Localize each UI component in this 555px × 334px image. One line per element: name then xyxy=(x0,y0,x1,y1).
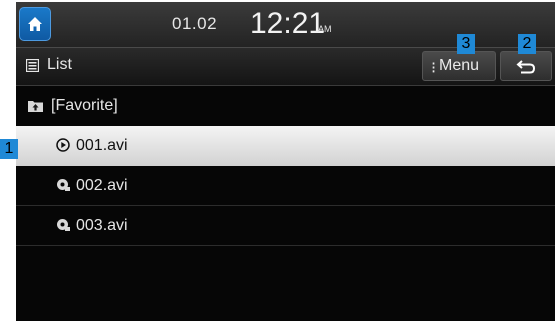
play-circle-icon xyxy=(56,138,70,152)
date-display: 01.02 xyxy=(172,14,218,33)
callout-badge-1: 1 xyxy=(0,139,18,159)
callout-badge-3: 3 xyxy=(457,34,475,54)
folder-label: [Favorite] xyxy=(51,97,118,114)
file-row[interactable]: 002.avi xyxy=(16,166,555,206)
video-file-icon xyxy=(57,219,70,231)
file-row[interactable]: 001.avi xyxy=(16,126,555,166)
file-name: 001.avi xyxy=(76,137,128,154)
list-icon xyxy=(26,58,39,72)
manual-figure: 01.02 12:21 AM List ⁝ Menu [Favorite] 00… xyxy=(0,0,555,334)
time-display: 12:21 xyxy=(250,7,326,40)
file-name: 003.avi xyxy=(76,217,128,234)
home-icon xyxy=(28,17,42,31)
file-name: 002.avi xyxy=(76,177,128,194)
file-row[interactable]: 003.avi xyxy=(16,206,555,246)
list-title-text: List xyxy=(47,56,72,73)
folder-up-icon xyxy=(28,101,43,112)
home-button[interactable] xyxy=(19,7,51,41)
menu-button[interactable]: ⁝ Menu xyxy=(422,51,496,81)
back-button[interactable] xyxy=(500,51,552,81)
back-arrow-icon xyxy=(516,60,536,74)
video-file-icon xyxy=(57,179,70,191)
menu-button-label: Menu xyxy=(439,57,480,74)
callout-badge-2: 2 xyxy=(518,34,536,54)
folder-row[interactable]: [Favorite] xyxy=(16,86,555,126)
ampm-indicator: AM xyxy=(318,24,332,34)
more-vertical-icon: ⁝ xyxy=(431,60,437,77)
list-title: List xyxy=(26,56,72,74)
